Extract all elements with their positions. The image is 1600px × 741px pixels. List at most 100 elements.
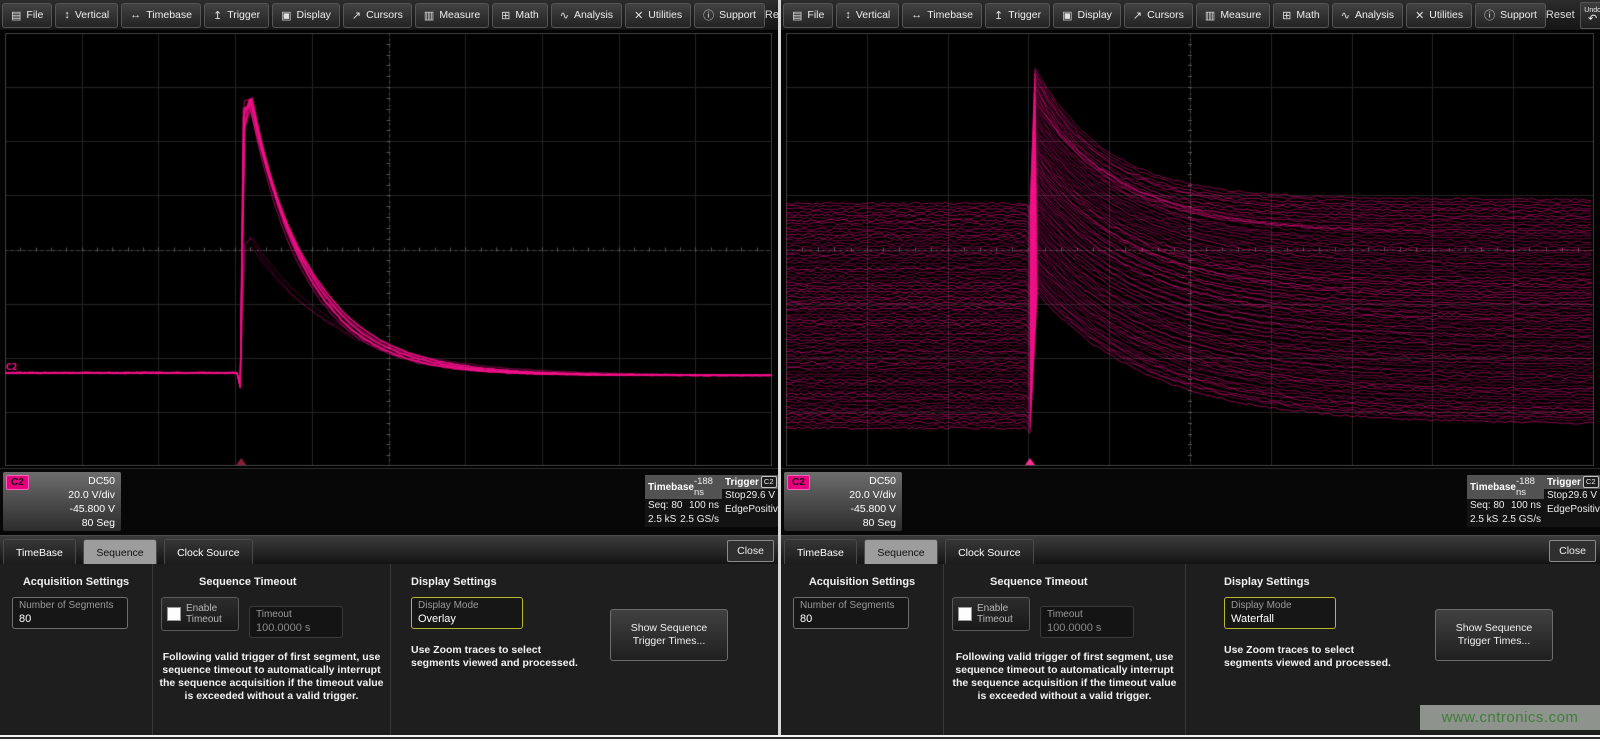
menu-button-utilities[interactable]: ✕ Utilities <box>1406 3 1472 28</box>
dialog-tab-row: TimeBase Sequence Clock Source Close <box>781 535 1600 564</box>
timeout-value: 100.0000 s <box>1047 621 1127 635</box>
menu-button-measure[interactable]: ▥ Measure <box>1196 3 1270 28</box>
reset-button[interactable]: Reset <box>765 9 778 21</box>
trigger-title: Trigger <box>1547 477 1581 488</box>
timebase-descriptor[interactable]: Timebase-188 ns Seq: 80100 ns 2.5 kS2.5 … <box>645 475 722 527</box>
close-button[interactable]: Close <box>1549 540 1596 562</box>
menu-button-timebase[interactable]: ↔ Timebase <box>121 3 201 28</box>
reset-button[interactable]: Reset <box>1546 9 1575 21</box>
number-of-segments-value: 80 <box>800 612 902 626</box>
menu-button-file[interactable]: ▤ File <box>783 3 833 28</box>
tab-timebase[interactable]: TimeBase <box>784 539 857 565</box>
menu-button-display[interactable]: ▣ Display <box>1053 3 1121 28</box>
show-sequence-trigger-times-button[interactable]: Show Sequence Trigger Times... <box>1435 609 1553 661</box>
channel-descriptor[interactable]: C2 DC50 20.0 V/div -45.800 V 80 Seg <box>784 472 902 531</box>
menu-button-label: Math <box>1296 9 1319 21</box>
horizontal-arrows-icon: ↔ <box>130 9 141 21</box>
menu-button-label: Vertical <box>856 9 890 21</box>
tab-sequence[interactable]: Sequence <box>864 539 937 565</box>
menu-button-math[interactable]: ⊞ Math <box>492 3 548 28</box>
display-mode-value: Overlay <box>418 612 516 626</box>
number-of-segments-field[interactable]: Number of Segments 80 <box>12 597 128 629</box>
menu-bar: ▤ File ↕ Vertical ↔ Timebase ↥ <box>781 0 1600 31</box>
horizontal-arrows-icon: ↔ <box>911 9 922 21</box>
trigger-type: Edge <box>1547 503 1570 517</box>
display-mode-label: Display Mode <box>1231 600 1329 612</box>
trigger-descriptor[interactable]: TriggerC2DC Stop29.6 V EdgePositive <box>1544 475 1600 527</box>
channel-descriptor[interactable]: C2 DC50 20.0 V/div -45.800 V 80 Seg <box>3 472 121 531</box>
timeout-label: Timeout <box>1047 609 1127 621</box>
undo-button[interactable]: Undo ↶ <box>1580 2 1600 29</box>
menu-button-label: Cursors <box>366 9 403 21</box>
trigger-source-badge: C2 <box>1583 476 1599 488</box>
menu-button-label: Measure <box>439 9 480 21</box>
timebase-per-div: 100 ns <box>689 499 719 513</box>
trigger-slope: Positive <box>1570 503 1600 517</box>
number-of-segments-label: Number of Segments <box>19 600 121 612</box>
menu-button-label: File <box>26 9 43 21</box>
display-icon: ▣ <box>1062 9 1072 22</box>
menu-button-file[interactable]: ▤ File <box>2 3 52 28</box>
sequence-dialog: Acquisition Settings Number of Segments … <box>0 564 778 736</box>
trigger-descriptor[interactable]: TriggerC2DC Stop29.6 V EdgePositive <box>722 475 778 527</box>
trigger-slope: Positive <box>748 503 778 517</box>
menu-right: Reset Undo ↶ <box>1546 2 1600 29</box>
menu-right: Reset Undo ↶ <box>765 2 778 29</box>
menu-button-measure[interactable]: ▥ Measure <box>415 3 489 28</box>
sequence-timeout-heading: Sequence Timeout <box>944 576 1185 588</box>
close-button[interactable]: Close <box>727 540 774 562</box>
channel-offset: -45.800 V <box>786 502 896 516</box>
channel-scale: 20.0 V/div <box>5 488 115 502</box>
channel-badge: C2 <box>787 475 810 490</box>
menu-button-vertical[interactable]: ↕ Vertical <box>55 3 118 28</box>
menu-button-label: Cursors <box>1147 9 1184 21</box>
menu-button-utilities[interactable]: ✕ Utilities <box>625 3 691 28</box>
menu-button-cursors[interactable]: ↗ Cursors <box>343 3 412 28</box>
checkbox-icon <box>167 607 181 621</box>
file-icon: ▤ <box>11 9 21 22</box>
trigger-state: Stop <box>1547 489 1568 503</box>
enable-timeout-checkbox[interactable]: Enable Timeout <box>161 597 239 631</box>
timebase-samples: 2.5 kS <box>1470 513 1498 527</box>
menu-button-display[interactable]: ▣ Display <box>272 3 340 28</box>
tab-sequence[interactable]: Sequence <box>83 539 156 565</box>
menu-button-trigger[interactable]: ↥ Trigger <box>204 3 269 28</box>
menu-button-math[interactable]: ⊞ Math <box>1273 3 1329 28</box>
timebase-seq: Seq: 80 <box>1470 499 1504 513</box>
timebase-rate: 2.5 GS/s <box>1502 513 1541 527</box>
tab-timebase[interactable]: TimeBase <box>3 539 76 565</box>
display-icon: ▣ <box>281 9 291 22</box>
tools-icon: ✕ <box>634 9 643 22</box>
menu-button-support[interactable]: ⓘ Support <box>1475 3 1546 28</box>
timebase-rate: 2.5 GS/s <box>680 513 719 527</box>
zoom-traces-note: Use Zoom traces to select segments viewe… <box>411 644 591 670</box>
waveform-grid-overlay[interactable] <box>5 33 772 466</box>
tab-clock-source[interactable]: Clock Source <box>945 539 1033 565</box>
ruler-icon: ▥ <box>1205 9 1215 22</box>
number-of-segments-field[interactable]: Number of Segments 80 <box>793 597 909 629</box>
trigger-title: Trigger <box>725 477 759 488</box>
menu-button-support[interactable]: ⓘ Support <box>694 3 765 28</box>
menu-button-analysis[interactable]: ∿ Analysis <box>551 3 622 28</box>
channel-badge: C2 <box>6 475 29 490</box>
display-mode-select[interactable]: Display Mode Overlay <box>411 597 523 629</box>
menu-button-trigger[interactable]: ↥ Trigger <box>985 3 1050 28</box>
menu-button-label: Vertical <box>75 9 109 21</box>
trigger-edge-icon: ↥ <box>213 9 222 22</box>
menu-button-timebase[interactable]: ↔ Timebase <box>902 3 982 28</box>
display-mode-select[interactable]: Display Mode Waterfall <box>1224 597 1336 629</box>
timebase-descriptor[interactable]: Timebase-188 ns Seq: 80100 ns 2.5 kS2.5 … <box>1467 475 1544 527</box>
waveform-grid-waterfall[interactable] <box>786 33 1594 466</box>
enable-timeout-checkbox[interactable]: Enable Timeout <box>952 597 1030 631</box>
tab-clock-source[interactable]: Clock Source <box>164 539 252 565</box>
timeout-value: 100.0000 s <box>256 621 336 635</box>
menu-button-analysis[interactable]: ∿ Analysis <box>1332 3 1403 28</box>
show-sequence-trigger-times-button[interactable]: Show Sequence Trigger Times... <box>610 609 728 661</box>
dialog-tab-row: TimeBase Sequence Clock Source Close <box>0 535 778 564</box>
tools-icon: ✕ <box>1415 9 1424 22</box>
channel-offset: -45.800 V <box>5 502 115 516</box>
menu-button-vertical[interactable]: ↕ Vertical <box>836 3 899 28</box>
watermark: www.cntronics.com <box>1420 705 1600 730</box>
menu-button-cursors[interactable]: ↗ Cursors <box>1124 3 1193 28</box>
vertical-arrows-icon: ↕ <box>845 9 851 21</box>
